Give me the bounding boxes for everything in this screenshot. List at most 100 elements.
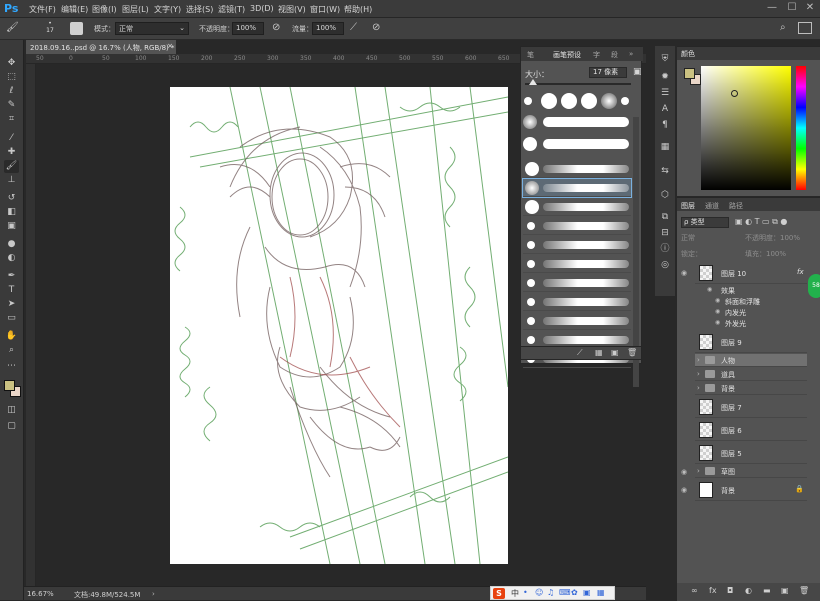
trash-icon[interactable]: 🗑 [799,586,809,595]
filter-icons[interactable]: ▣ ◐ T ▭ ⧉ ● [735,217,787,227]
shape-tool-icon[interactable]: ▭ [4,312,19,325]
pen-tool-icon[interactable]: ✒ [4,270,19,283]
fx-icon[interactable]: fx [797,268,804,276]
history-brush-tool-icon[interactable]: ↺ [4,192,19,205]
color-picker-field[interactable] [701,66,791,190]
character-icon[interactable]: A [658,102,672,116]
eye-icon[interactable]: ◉ [715,308,720,315]
tab-paths[interactable]: 路径 [729,201,743,211]
new-group-icon[interactable]: ▬ [763,586,771,595]
layer-row[interactable]: 图层 5 [695,442,807,464]
layer-kind-filter[interactable]: ρ 类型 [681,217,729,228]
brush-preset-row[interactable] [523,312,631,330]
fx-icon[interactable]: fx [709,586,717,595]
effect-row[interactable]: ◉ 斜面和浮雕 [695,296,807,307]
navigator-icon[interactable]: ◎ [658,258,672,272]
menu-edit[interactable]: 编辑(E) [61,4,88,15]
history-icon[interactable]: ⛨ [658,52,672,66]
visibility-icon[interactable]: ◉ [681,269,687,277]
dodge-tool-icon[interactable]: ◐ [4,252,19,265]
type-tool-icon[interactable]: T [4,284,19,297]
pressure-size-icon[interactable]: ⊘ [372,22,380,33]
shirt-icon[interactable]: ▣ [583,588,591,597]
foreground-color-swatch[interactable] [684,68,695,79]
menu-layer[interactable]: 图层(L) [122,4,149,15]
brush-tip-hard-2[interactable] [561,93,577,109]
brush-preset-row[interactable] [523,198,631,216]
layer-group-row[interactable]: › 道具 [695,368,807,381]
brush-preset-row[interactable] [523,160,631,178]
layer-row[interactable]: 图层 9 [695,331,807,353]
menu-filter[interactable]: 滤镜(T) [218,4,245,15]
tools-icon[interactable]: ▦ [597,588,605,597]
eraser-tool-icon[interactable]: ◧ [4,206,19,219]
zoom-level[interactable]: 16.67% [27,590,54,598]
clone-source-icon[interactable]: ⧉ [658,210,672,224]
flow-input[interactable]: 100% [312,22,344,35]
opacity-input[interactable]: 100% [232,22,264,35]
brush-tip-hard-4[interactable] [523,137,537,151]
more-tools-icon[interactable]: ⋯ [4,360,19,373]
close-tab-icon[interactable]: × [167,42,173,50]
punctuation-icon[interactable]: • [523,588,528,597]
panel-collapse-icon[interactable]: » [629,50,633,58]
brush-tool-icon[interactable]: 🖌 [6,22,19,33]
brush-size-input[interactable]: 17 像素 [589,67,627,78]
blend-mode-select[interactable]: 正常 [681,233,695,243]
hand-tool-icon[interactable]: ✋ [4,330,19,343]
skin-icon[interactable]: ✿ [571,588,578,597]
brush-preset-row[interactable] [523,274,631,292]
slider-knob[interactable] [529,79,537,85]
path-select-tool-icon[interactable]: ➤ [4,298,19,311]
chevron-right-icon[interactable]: › [697,370,700,378]
menu-type[interactable]: 文字(Y) [154,4,181,15]
keyboard-icon[interactable]: ⌨ [559,588,571,597]
brush-tip-soft-1[interactable] [601,93,617,109]
layer-fill[interactable]: 填充：100% [745,249,786,259]
actions-icon[interactable]: ⇆ [658,164,672,178]
brush-tip-soft-3[interactable] [523,115,537,129]
menu-select[interactable]: 选择(S) [186,4,213,15]
brush-tip-soft-2[interactable] [621,97,629,105]
layer-group-row[interactable]: › 人物 [695,354,807,367]
layer-row-background[interactable]: ◉ 背景 🔒 [681,479,807,501]
menu-file[interactable]: 文件(F) [29,4,56,15]
layer-row[interactable]: 图层 7 [695,396,807,418]
brush-tip-hard-1[interactable] [541,93,557,109]
effect-row[interactable]: ◉ 外发光 [695,318,807,329]
info-icon[interactable]: ⓘ [658,242,672,256]
brush-panel-toggle-icon[interactable] [70,22,83,35]
properties-icon[interactable]: ☰ [658,86,672,100]
gradient-tool-icon[interactable]: ▣ [4,220,19,233]
brush-tip-hard-3[interactable] [581,93,597,109]
emoji-icon[interactable]: ☺ [535,588,543,597]
healing-tool-icon[interactable]: ✚ [4,146,19,159]
new-brush-icon[interactable]: ▣ [611,348,619,357]
tab-character[interactable]: 字 [593,50,600,60]
effect-row[interactable]: ◉ 内发光 [695,307,807,318]
tab-channels[interactable]: 通道 [705,201,719,211]
crop-tool-icon[interactable]: ⌗ [4,113,19,126]
tab-paragraph[interactable]: 段 [611,50,618,60]
voice-icon[interactable]: ♫ [547,588,554,597]
lasso-tool-icon[interactable]: ℓ [4,85,19,98]
search-icon[interactable]: ⌕ [780,22,786,33]
eye-icon[interactable]: ◉ [715,319,720,326]
visibility-icon[interactable]: ◉ [681,486,687,494]
layer-row[interactable]: 图层 6 [695,419,807,441]
layer-opacity[interactable]: 不透明度：100% [745,233,800,243]
layer-group-row[interactable]: › 背景 [695,382,807,395]
new-layer-icon[interactable]: ▣ [781,586,789,595]
eye-icon[interactable]: ◉ [715,297,720,304]
airbrush-icon[interactable]: ⟋ [350,22,357,33]
effect-row[interactable]: ◉ 效果 [695,285,807,296]
eyedropper-tool-icon[interactable]: ⁄ [4,132,19,145]
floating-badge[interactable]: 58 [808,274,820,298]
color-picker-ring[interactable] [731,90,738,97]
stamp-tool-icon[interactable]: ⊥ [4,174,19,187]
link-layers-icon[interactable]: ∞ [691,586,698,595]
hue-slider[interactable] [796,66,806,190]
close-window-button[interactable]: ✕ [802,2,818,16]
trash-icon[interactable]: 🗑 [627,348,637,357]
layer-group-row[interactable]: ◉ › 草图 [681,465,807,478]
